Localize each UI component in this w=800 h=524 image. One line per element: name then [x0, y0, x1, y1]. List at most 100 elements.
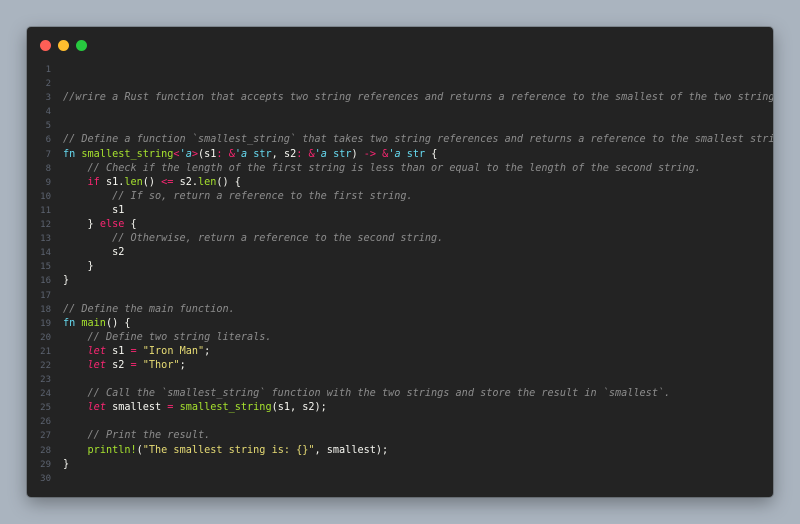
code-editor[interactable]: 1 2 3//wrire a Rust function that accepts …	[27, 63, 773, 486]
code-text: // Print the result.	[63, 429, 211, 443]
line-number: 29	[40, 459, 51, 470]
maximize-dot-icon[interactable]	[76, 40, 87, 51]
code-line: 4	[27, 105, 773, 119]
line-number: 21	[40, 346, 51, 357]
code-line: 2	[27, 77, 773, 91]
code-token: ,	[271, 148, 284, 160]
code-token: s2	[105, 359, 131, 371]
line-number: 18	[40, 304, 51, 315]
code-token: // Print the result.	[87, 430, 211, 442]
code-token: fn	[63, 148, 82, 160]
code-token: s2	[283, 148, 297, 160]
code-text: if s1.len() <= s2.len() {	[63, 176, 241, 190]
code-line: 20 // Define two string literals.	[27, 331, 773, 345]
code-text: // Otherwise, return a reference to the …	[63, 232, 443, 246]
code-line: 28 println!("The smallest string is: {}"…	[27, 444, 773, 458]
code-text: fn smallest_string<'a>(s1: &'a str, s2: …	[63, 148, 437, 162]
line-number: 7	[45, 149, 51, 160]
code-token: len	[198, 176, 217, 188]
code-line: 13 // Otherwise, return a reference to t…	[27, 232, 773, 246]
line-number: 20	[40, 332, 51, 343]
line-number: 23	[40, 375, 51, 386]
code-text: }	[63, 458, 69, 472]
code-line: 8 // Check if the length of the first st…	[27, 162, 773, 176]
line-number: 17	[40, 290, 51, 301]
code-text: // Check if the length of the first stri…	[63, 162, 701, 176]
code-token: }	[63, 261, 94, 273]
code-text: let s2 = "Thor";	[63, 359, 186, 373]
code-token: () {	[105, 317, 131, 329]
code-line: 29}	[27, 458, 773, 472]
code-line: 19 fn main() {	[27, 317, 773, 331]
code-token: s1	[105, 345, 131, 357]
line-number: 12	[40, 220, 51, 231]
code-text: } else {	[63, 218, 137, 232]
code-token: 'a	[388, 148, 401, 160]
code-line: 5	[27, 119, 773, 133]
line-number: 5	[45, 121, 51, 132]
code-token: "The smallest string is: {}"	[142, 444, 315, 456]
line-number: 24	[40, 389, 51, 400]
code-text: // Define two string literals.	[63, 331, 272, 345]
line-number: 11	[40, 205, 51, 216]
window-titlebar	[27, 27, 773, 63]
code-token: {	[425, 148, 438, 160]
line-number: 26	[40, 417, 51, 428]
code-text: let s1 = "Iron Man";	[63, 345, 211, 359]
code-text: // If so, return a reference to the firs…	[63, 190, 413, 204]
code-token: 'a	[314, 148, 327, 160]
code-token: let	[87, 359, 106, 371]
code-token: // If so, return a reference to the firs…	[112, 190, 413, 202]
code-token: }	[63, 275, 70, 287]
code-token: ;	[179, 359, 186, 371]
line-number: 10	[40, 191, 51, 202]
code-text: //wrire a Rust function that accepts two…	[63, 91, 773, 105]
code-token: :	[296, 148, 309, 160]
code-token: // Check if the length of the first stri…	[87, 162, 701, 174]
code-line: 6 // Define a function `smallest_string` …	[27, 133, 773, 147]
code-line: 27 // Print the result.	[27, 429, 773, 443]
code-line: 9 if s1.len() <= s2.len() {	[27, 176, 773, 190]
line-number: 9	[45, 177, 51, 188]
code-line: 16}	[27, 274, 773, 288]
code-line: 7 fn smallest_string<'a>(s1: &'a str, s2:…	[27, 148, 773, 162]
line-number: 1	[45, 65, 51, 75]
code-line: 24 // Call the `smallest_string` functio…	[27, 387, 773, 401]
code-line: 12 } else {	[27, 218, 773, 232]
code-token: "Iron Man"	[142, 345, 205, 357]
code-token: {	[124, 219, 137, 231]
line-number: 4	[45, 107, 51, 118]
code-text: s2	[63, 246, 124, 260]
code-text: s1	[63, 204, 124, 218]
code-line: 23	[27, 373, 773, 387]
code-line: 26	[27, 415, 773, 429]
code-text: // Define a function `smallest_string` t…	[63, 133, 773, 147]
close-dot-icon[interactable]	[40, 40, 51, 51]
code-token: ->	[363, 148, 377, 160]
code-token: str	[333, 148, 352, 160]
minimize-dot-icon[interactable]	[58, 40, 69, 51]
code-token: // Define two string literals.	[87, 331, 272, 343]
code-line: 18 // Define the main function.	[27, 303, 773, 317]
code-token: }	[63, 458, 70, 470]
code-text: fn main() {	[63, 317, 131, 331]
line-number: 30	[40, 473, 51, 484]
code-text: // Call the `smallest_string` function w…	[63, 387, 671, 401]
code-token: // Otherwise, return a reference to the …	[112, 233, 444, 245]
code-token: ;	[204, 345, 211, 357]
code-line: 14 s2	[27, 246, 773, 260]
code-token: else	[99, 219, 125, 231]
code-token: let	[87, 345, 106, 357]
line-number: 3	[45, 93, 51, 104]
code-token: s2	[63, 247, 125, 259]
code-token: if	[87, 176, 106, 188]
